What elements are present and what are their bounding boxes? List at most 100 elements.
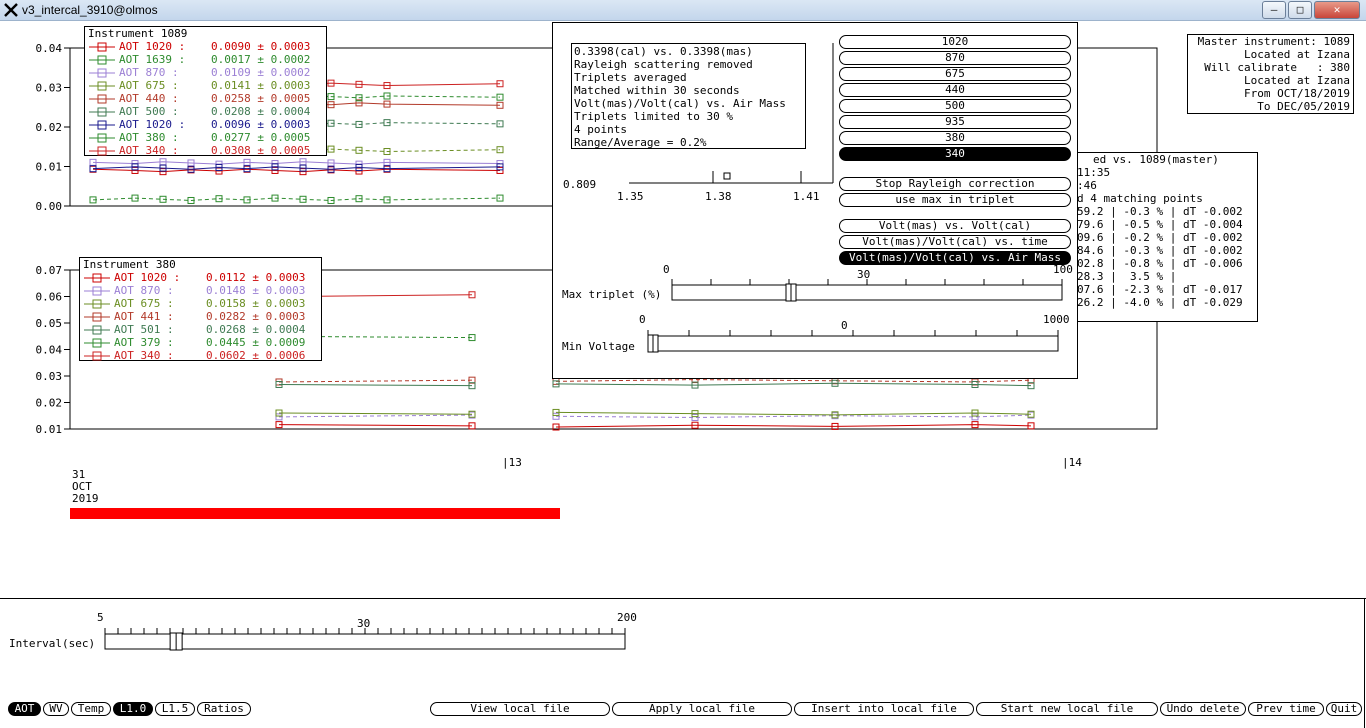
insert-into-local-file-button[interactable]: Insert into local file <box>794 702 974 716</box>
legend-value: 0.0258 ± 0.0005 <box>211 92 311 105</box>
mini-x-tick: 1.38 <box>705 190 732 203</box>
calibration-popup: 0.3398(cal) vs. 0.3398(mas) Rayleigh scat… <box>552 22 1078 379</box>
wavelength-button-935[interactable]: 935 <box>839 115 1071 129</box>
legend-item: AOT 340 : 0.0602 ± 0.0006 <box>80 349 321 362</box>
legend-label: AOT 340 : <box>119 144 179 157</box>
start-new-local-file-button[interactable]: Start new local file <box>976 702 1158 716</box>
y-tick-label: 0.05 <box>36 317 63 330</box>
legend-label: AOT 340 : <box>114 349 174 362</box>
interval-slider[interactable] <box>104 626 630 654</box>
stop-rayleigh-button[interactable]: Stop Rayleigh correction <box>839 177 1071 191</box>
minimize-button[interactable]: – <box>1262 1 1286 19</box>
wavelength-button-675[interactable]: 675 <box>839 67 1071 81</box>
series-line <box>278 414 473 418</box>
maximize-button[interactable]: □ <box>1288 1 1312 19</box>
wavelength-button-440[interactable]: 440 <box>839 83 1071 97</box>
legend-marker-icon <box>85 105 119 118</box>
master-info-panel: Master instrument: 1089 Located at Izana W… <box>1187 34 1354 114</box>
ratio-line: 11:35 <box>1077 166 1111 179</box>
legend-label: AOT 1639 : <box>119 53 186 66</box>
legend-item: AOT 675 : 0.0141 ± 0.0003 <box>85 79 326 92</box>
wavelength-button-1020[interactable]: 1020 <box>839 35 1071 49</box>
legend-label: AOT 501 : <box>114 323 174 336</box>
legend-marker-icon <box>85 118 119 131</box>
legend-value: 0.0141 ± 0.0003 <box>211 79 311 92</box>
y-tick-label: 0.06 <box>36 291 63 304</box>
legend-item: AOT 675 : 0.0158 ± 0.0003 <box>80 297 321 310</box>
legend-marker-icon <box>80 310 114 323</box>
legend1-items: AOT 1020 : 0.0090 ± 0.0003 AOT 1639 : 0.001… <box>85 40 326 157</box>
master-info-line: Located at Izana <box>1244 48 1350 61</box>
interval-max: 200 <box>617 611 637 624</box>
quit-button[interactable]: Quit <box>1326 702 1362 716</box>
legend-marker-icon <box>85 92 119 105</box>
legend-item: AOT 380 : 0.0277 ± 0.0005 <box>85 131 326 144</box>
wavelength-button-870[interactable]: 870 <box>839 51 1071 65</box>
ratio-line: 79.6 | -0.5 % | dT -0.004 <box>1077 218 1243 231</box>
toggle-l10[interactable]: L1.0 <box>113 702 153 716</box>
legend-value: 0.0158 ± 0.0003 <box>206 297 306 310</box>
legend-value: 0.0268 ± 0.0004 <box>206 323 306 336</box>
min-voltage-slider[interactable] <box>647 328 1067 358</box>
min-voltage-label: Min Voltage <box>562 340 635 353</box>
legend-label: AOT 1020 : <box>114 271 181 284</box>
time-range-bar[interactable] <box>70 508 560 519</box>
plot-type-button[interactable]: Volt(mas) vs. Volt(cal) <box>839 219 1071 233</box>
view-local-file-button[interactable]: View local file <box>430 702 610 716</box>
toggle-wv[interactable]: WV <box>43 702 69 716</box>
toggle-temp[interactable]: Temp <box>71 702 111 716</box>
mini-x-tick: 1.35 <box>617 190 644 203</box>
y-tick-label: 0.00 <box>36 200 63 213</box>
legend-label: AOT 379 : <box>114 336 174 349</box>
legend-label: AOT 441 : <box>114 310 174 323</box>
undo-delete-button[interactable]: Undo delete <box>1160 702 1246 716</box>
window-title: v3_intercal_3910@olmos <box>22 3 158 17</box>
wavelength-button-380[interactable]: 380 <box>839 131 1071 145</box>
series-line <box>92 161 501 165</box>
master-info-line: Will calibrate : 380 <box>1204 61 1350 74</box>
toggle-l15[interactable]: L1.5 <box>155 702 195 716</box>
wavelength-button-340[interactable]: 340 <box>839 147 1071 161</box>
wavelength-button-500[interactable]: 500 <box>839 99 1071 113</box>
legend-label: AOT 675 : <box>119 79 179 92</box>
legend-item: AOT 870 : 0.0109 ± 0.0002 <box>85 66 326 79</box>
toggle-ratios[interactable]: Ratios <box>197 702 251 716</box>
max-triplet-max: 100 <box>1053 263 1073 276</box>
legend-marker-icon <box>85 66 119 79</box>
legend-label: AOT 500 : <box>119 105 179 118</box>
use-max-triplet-button[interactable]: use max in triplet <box>839 193 1071 207</box>
wavelength-button-group: 1020 870 675 440 500 935 380 340 <box>839 35 1072 161</box>
legend-value: 0.0112 ± 0.0003 <box>206 271 306 284</box>
y-tick-label: 0.02 <box>36 397 63 410</box>
apply-local-file-button[interactable]: Apply local file <box>612 702 792 716</box>
legend2-items: AOT 1020 : 0.0112 ± 0.0003 AOT 870 : 0.0148… <box>80 271 321 362</box>
close-button[interactable]: ✕ <box>1314 1 1360 19</box>
master-info-lines: Master instrument: 1089 Located at Izana W… <box>1188 35 1350 113</box>
legend-label: AOT 1020 : <box>119 118 186 131</box>
ratio-line: :46 <box>1077 179 1097 192</box>
airmass-mini-plot: 0.809 1.35 1.38 1.41 <box>563 43 834 203</box>
date-label: 31 OCT 2019 <box>72 469 99 505</box>
plot-type-button-group: Volt(mas) vs. Volt(cal) Volt(mas)/Volt(ca… <box>839 219 1072 265</box>
legend-item: AOT 1020 : 0.0096 ± 0.0003 <box>85 118 326 131</box>
toggle-aot[interactable]: AOT <box>8 702 41 716</box>
legend-item: AOT 440 : 0.0258 ± 0.0005 <box>85 92 326 105</box>
legend-label: AOT 870 : <box>114 284 174 297</box>
y-tick-label: 0.04 <box>36 344 63 357</box>
legend-label: AOT 675 : <box>114 297 174 310</box>
y-tick-label: 0.04 <box>36 42 63 55</box>
legend-marker-icon <box>85 53 119 66</box>
legend-value: 0.0602 ± 0.0006 <box>206 349 306 362</box>
window-titlebar: v3_intercal_3910@olmos – □ ✕ <box>0 0 1366 21</box>
legend-instrument-380: Instrument 380 AOT 1020 : 0.0112 ± 0.0003… <box>79 257 322 362</box>
series-line <box>278 412 473 415</box>
prev-time-button[interactable]: Prev time <box>1248 702 1324 716</box>
legend-item: AOT 500 : 0.0208 ± 0.0004 <box>85 105 326 118</box>
plot-type-button[interactable]: Volt(mas)/Volt(cal) vs. time <box>839 235 1071 249</box>
legend-marker-icon <box>80 297 114 310</box>
plot-type-button[interactable]: Volt(mas)/Volt(cal) vs. Air Mass <box>839 251 1071 265</box>
series-line <box>555 424 1032 428</box>
max-triplet-slider[interactable] <box>671 277 1066 307</box>
legend-marker-icon <box>80 336 114 349</box>
min-voltage-min: 0 <box>639 313 646 326</box>
